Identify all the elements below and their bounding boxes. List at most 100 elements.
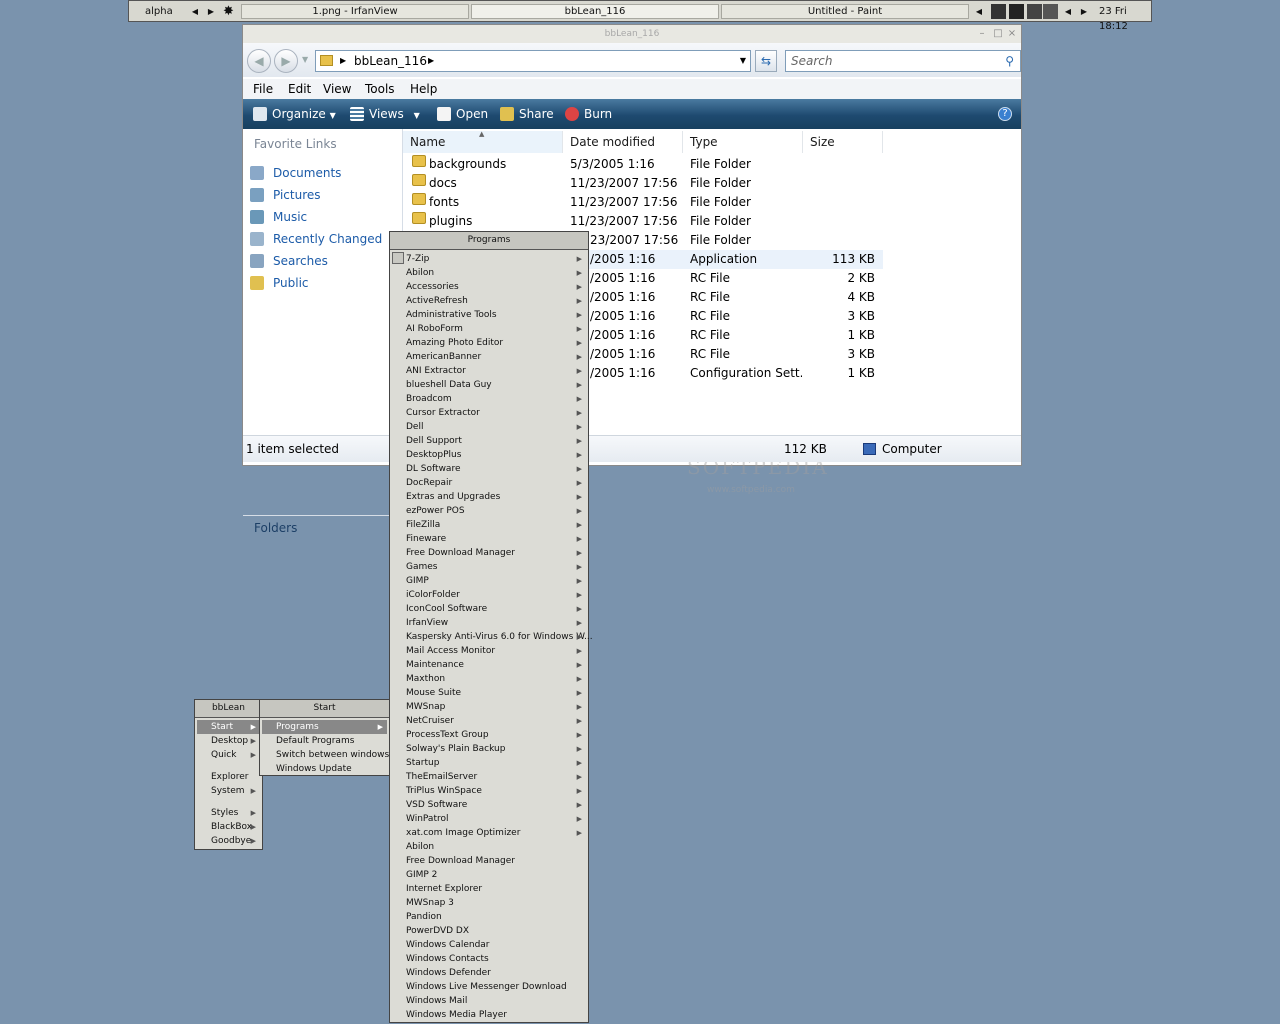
tray-network-icon[interactable] [1043,4,1058,19]
clock-prev-arrow-icon[interactable]: ◀ [1063,4,1073,19]
program-folder-item[interactable]: NetCruiser ▶ [392,714,586,728]
programs-menu-title[interactable]: Programs [390,232,588,250]
table-row[interactable]: backgrounds 5/3/2005 1:16 File Folder [403,155,883,174]
program-folder-item[interactable]: IconCool Software ▶ [392,602,586,616]
table-row[interactable]: fonts 11/23/2007 17:56 File Folder [403,193,883,212]
program-folder-item[interactable]: Fineware ▶ [392,532,586,546]
program-shortcut-item[interactable]: Windows Calendar [392,938,586,952]
fav-public[interactable]: Public [250,273,309,293]
search-input[interactable]: Search ⚲ [785,50,1021,72]
burn-button[interactable]: Burn [565,99,612,129]
task-paint[interactable]: Untitled - Paint [721,4,969,19]
column-header-date[interactable]: Date modified [563,131,683,153]
program-shortcut-item[interactable]: GIMP 2 [392,868,586,882]
address-dropdown-icon[interactable]: ▼ [740,51,746,71]
program-shortcut-item[interactable]: Abilon [392,840,586,854]
program-folder-item[interactable]: Dell ▶ [392,420,586,434]
workspace-label[interactable]: alpha [145,4,173,19]
bb-item-desktop[interactable]: Desktop ▶ [197,734,260,748]
start-item-switch-windows[interactable]: Switch between windows [262,748,389,762]
bblean-menu-title[interactable]: bbLean [195,700,262,718]
program-folder-item[interactable]: 7-Zip ▶ [392,252,586,266]
program-folder-item[interactable]: MWSnap ▶ [392,700,586,714]
program-shortcut-item[interactable]: MWSnap 3 [392,896,586,910]
recent-pages-chevron-icon[interactable]: ▼ [302,55,308,64]
menu-edit[interactable]: Edit [288,79,311,99]
program-folder-item[interactable]: Amazing Photo Editor ▶ [392,336,586,350]
workspace-prev-arrow-icon[interactable]: ◀ [190,4,200,19]
tray-tool-icon[interactable] [1027,4,1042,19]
address-field[interactable]: ▶ bbLean_116 ▶ ▼ [315,50,751,72]
fav-documents[interactable]: Documents [250,163,341,183]
menu-help[interactable]: Help [410,79,437,99]
tray-graph-icon[interactable] [1009,4,1024,19]
program-folder-item[interactable]: Administrative Tools ▶ [392,308,586,322]
program-folder-item[interactable]: TheEmailServer ▶ [392,770,586,784]
close-icon[interactable]: × [1005,25,1019,43]
minimize-icon[interactable]: – [975,25,989,43]
program-shortcut-item[interactable]: Windows Media Player [392,1008,586,1022]
program-folder-item[interactable]: Solway's Plain Backup ▶ [392,742,586,756]
program-folder-item[interactable]: xat.com Image Optimizer ▶ [392,826,586,840]
menu-tools[interactable]: Tools [365,79,395,99]
workspace-next-arrow-icon[interactable]: ▶ [206,4,216,19]
program-folder-item[interactable]: Maxthon ▶ [392,672,586,686]
folders-toggle[interactable]: Folders [243,515,402,540]
breadcrumb-arrow-icon[interactable]: ▶ [340,51,346,71]
program-folder-item[interactable]: DesktopPlus ▶ [392,448,586,462]
search-icon[interactable]: ⚲ [1005,51,1014,71]
back-button[interactable]: ◀ [247,49,271,73]
program-folder-item[interactable]: Broadcom ▶ [392,392,586,406]
program-folder-item[interactable]: Dell Support ▶ [392,434,586,448]
tray-prev-arrow-icon[interactable]: ◀ [974,4,984,19]
program-folder-item[interactable]: Cursor Extractor ▶ [392,406,586,420]
column-header-type[interactable]: Type [683,131,803,153]
bb-item-explorer[interactable]: Explorer [197,770,260,784]
program-shortcut-item[interactable]: Windows Defender [392,966,586,980]
share-button[interactable]: Share [500,99,554,129]
task-irfanview[interactable]: 1.png - IrfanView [241,4,469,19]
program-folder-item[interactable]: ProcessText Group ▶ [392,728,586,742]
bb-item-styles[interactable]: Styles ▶ [197,806,260,820]
program-folder-item[interactable]: ActiveRefresh ▶ [392,294,586,308]
program-folder-item[interactable]: Abilon ▶ [392,266,586,280]
program-folder-item[interactable]: blueshell Data Guy ▶ [392,378,586,392]
window-titlebar[interactable]: bbLean_116 – □ × [243,25,1021,43]
program-folder-item[interactable]: Mail Access Monitor ▶ [392,644,586,658]
maximize-icon[interactable]: □ [991,25,1005,43]
views-button[interactable]: Views ▼ [350,99,420,131]
program-folder-item[interactable]: Kaspersky Anti-Virus 6.0 for Windows W..… [392,630,593,644]
start-item-windows-update[interactable]: Windows Update [262,762,387,776]
menu-file[interactable]: File [253,79,273,99]
program-shortcut-item[interactable]: Internet Explorer [392,882,586,896]
program-folder-item[interactable]: ANI Extractor ▶ [392,364,586,378]
program-shortcut-item[interactable]: Pandion [392,910,586,924]
program-folder-item[interactable]: AmericanBanner ▶ [392,350,586,364]
breadcrumb-arrow-icon[interactable]: ▶ [428,51,434,71]
organize-button[interactable]: Organize ▼ [253,99,336,131]
program-shortcut-item[interactable]: PowerDVD DX [392,924,586,938]
help-icon[interactable]: ? [998,107,1012,121]
forward-button[interactable]: ▶ [274,49,298,73]
program-folder-item[interactable]: DocRepair ▶ [392,476,586,490]
program-shortcut-item[interactable]: Windows Live Messenger Download [392,980,586,994]
bb-item-blackbox[interactable]: BlackBox ▶ [197,820,260,834]
program-folder-item[interactable]: Games ▶ [392,560,586,574]
program-folder-item[interactable]: FileZilla ▶ [392,518,586,532]
program-folder-item[interactable]: Accessories ▶ [392,280,586,294]
bb-item-start[interactable]: Start ▶ [197,720,260,734]
program-folder-item[interactable]: Mouse Suite ▶ [392,686,586,700]
refresh-button[interactable]: ⇆ [755,50,777,72]
fav-recently-changed[interactable]: Recently Changed [250,229,382,249]
start-item-default-programs[interactable]: Default Programs [262,734,387,748]
program-folder-item[interactable]: GIMP ▶ [392,574,586,588]
clock-next-arrow-icon[interactable]: ▶ [1079,4,1089,19]
column-header-size[interactable]: Size [803,131,883,153]
program-folder-item[interactable]: Extras and Upgrades ▶ [392,490,586,504]
bb-item-system[interactable]: System ▶ [197,784,260,798]
fav-searches[interactable]: Searches [250,251,328,271]
program-folder-item[interactable]: TriPlus WinSpace ▶ [392,784,586,798]
program-folder-item[interactable]: AI RoboForm ▶ [392,322,586,336]
program-folder-item[interactable]: ezPower POS ▶ [392,504,586,518]
table-row[interactable]: plugins 11/23/2007 17:56 File Folder [403,212,883,231]
